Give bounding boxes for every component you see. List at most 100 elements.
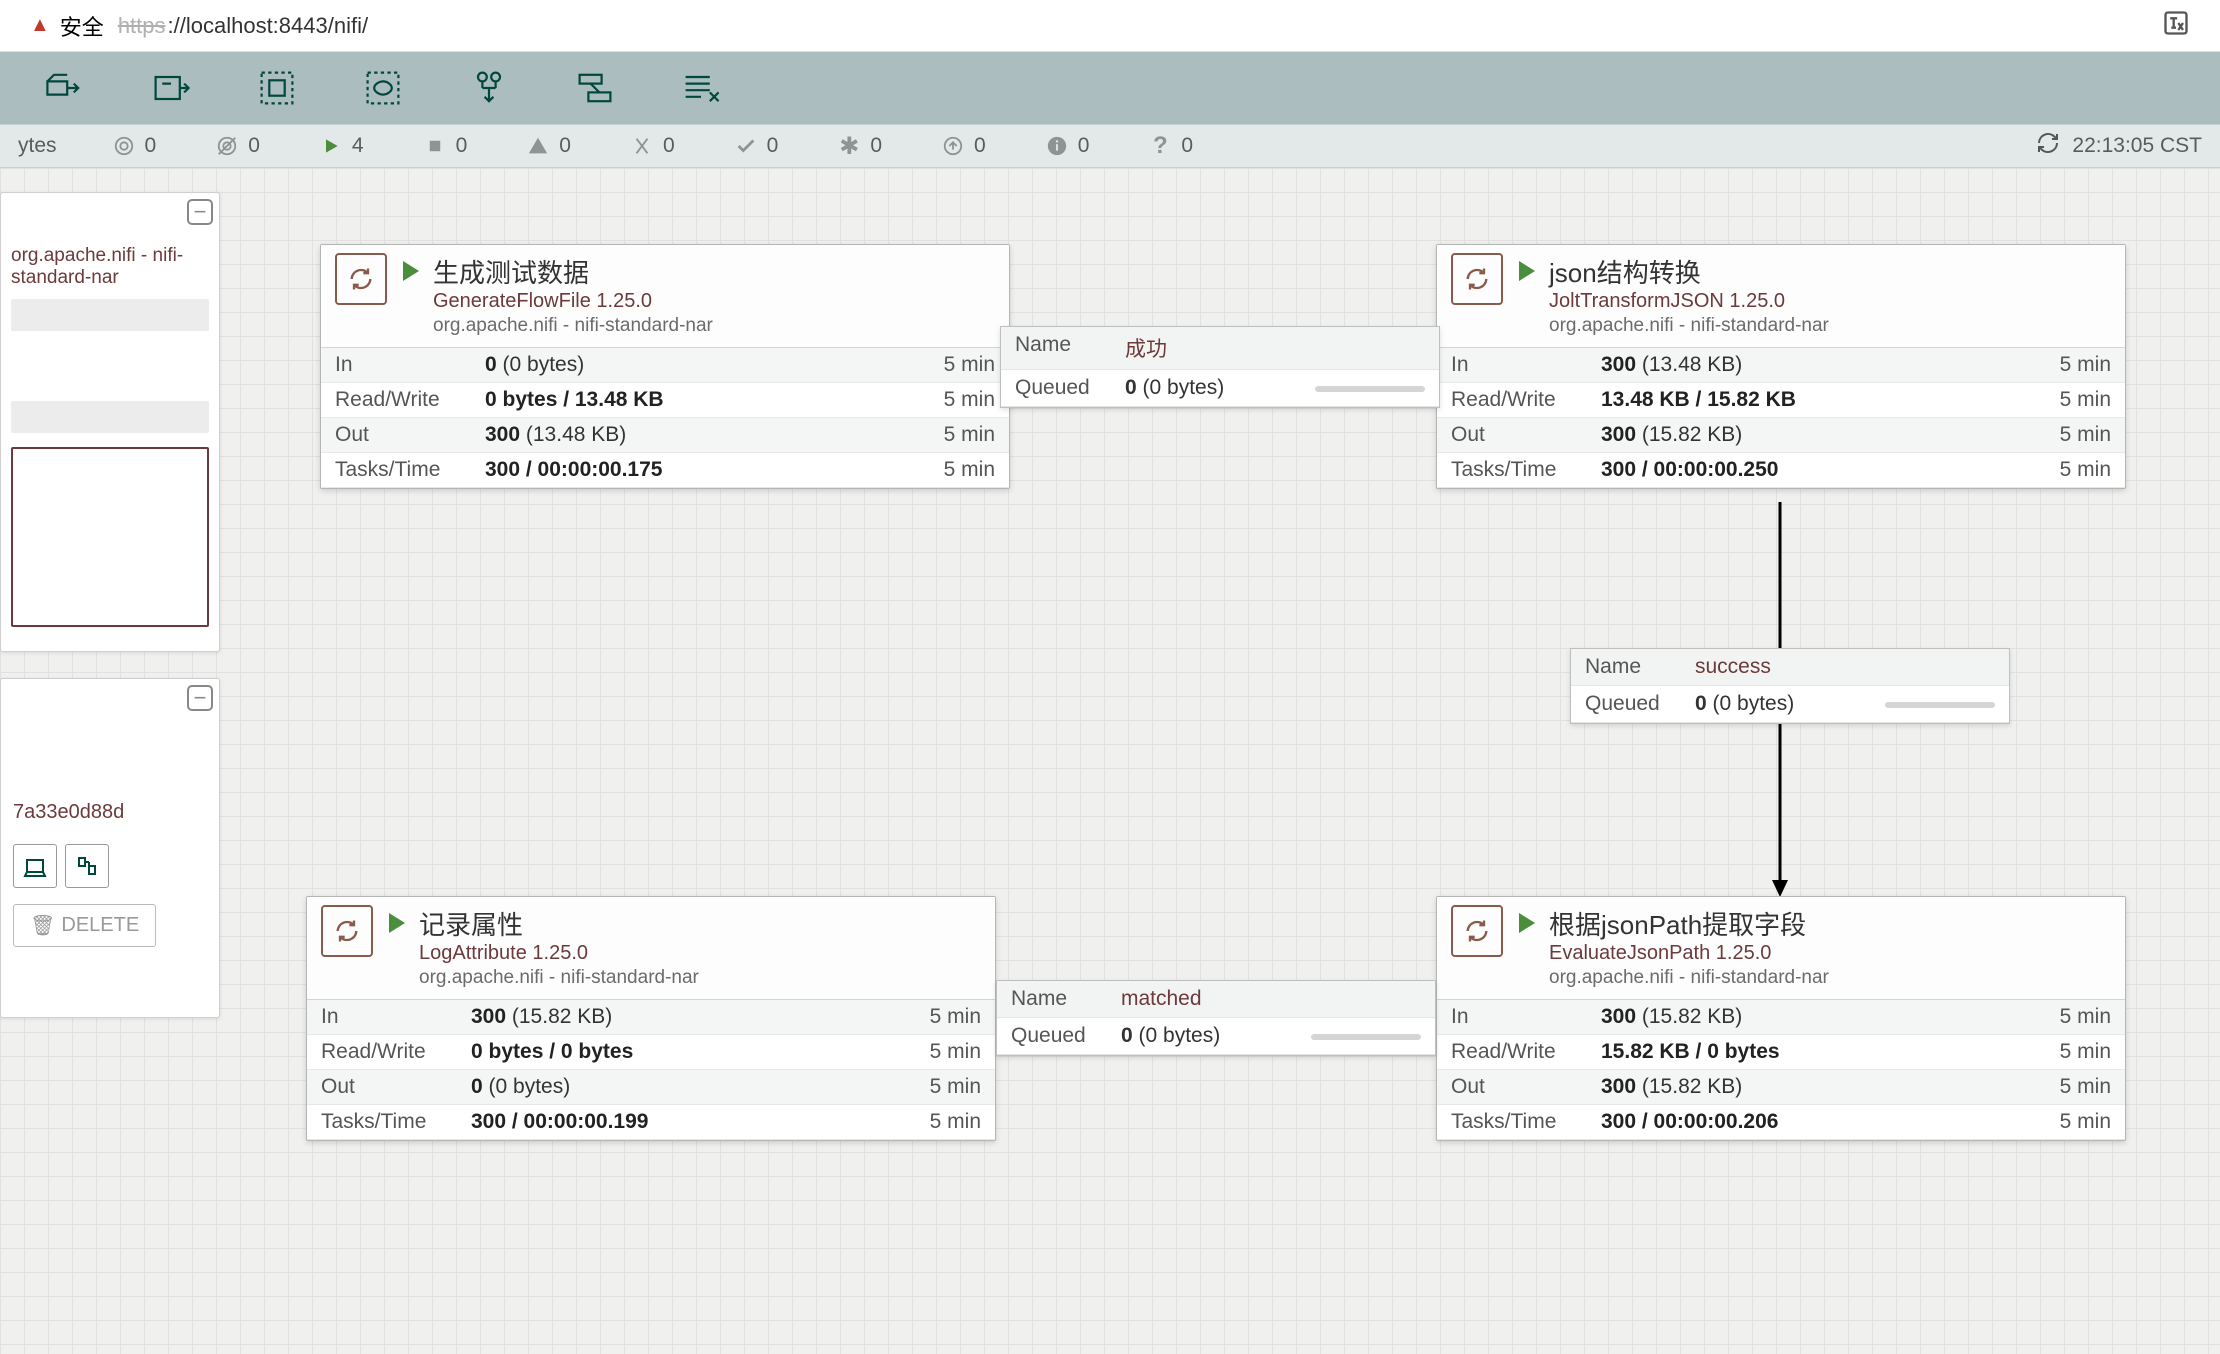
stat-label: Read/Write — [1451, 1040, 1601, 1064]
stat-value: 300 (15.82 KB) — [1601, 423, 2060, 447]
stat-row: Read/Write0 bytes / 0 bytes5 min — [307, 1035, 995, 1070]
add-processor-button[interactable] — [40, 63, 90, 113]
stat-row: Out0 (0 bytes)5 min — [307, 1070, 995, 1105]
url-scheme: https — [118, 13, 166, 39]
connection-name-row: Name成功 — [1001, 327, 1439, 370]
flow-canvas[interactable]: − org.apache.nifi - nifi-standard-nar − … — [0, 168, 2220, 1354]
stat-label: Out — [1451, 1075, 1601, 1099]
stat-label: Read/Write — [335, 388, 485, 412]
flow-status-bar: ytes 0040000✱000?0 22:13:05 CST — [0, 124, 2220, 168]
processor-1[interactable]: json结构转换JoltTransformJSON 1.25.0org.apac… — [1436, 244, 2126, 489]
processor-stats: In300 (13.48 KB)5 minRead/Write13.48 KB … — [1437, 347, 2125, 488]
collapse-icon[interactable]: − — [187, 685, 213, 711]
stat-time: 5 min — [930, 1110, 981, 1134]
processor-bundle: org.apache.nifi - nifi-standard-nar — [1549, 315, 1829, 337]
stat-value: 0 bytes / 13.48 KB — [485, 388, 944, 412]
stat-time: 5 min — [2060, 423, 2111, 447]
processor-header: 生成测试数据GenerateFlowFile 1.25.0org.apache.… — [321, 245, 1009, 347]
stat-label: Tasks/Time — [1451, 458, 1601, 482]
translate-icon[interactable] — [2162, 9, 2190, 43]
label-name: Name — [1011, 987, 1121, 1011]
connection-queued-row: Queued0 (0 bytes) — [1001, 370, 1439, 407]
stat-value: 300 (15.82 KB) — [1601, 1005, 2060, 1029]
add-input-port-button[interactable] — [146, 63, 196, 113]
stat-value: 0 bytes / 0 bytes — [471, 1040, 930, 1064]
tools-icon — [631, 135, 653, 157]
stat-time: 5 min — [944, 423, 995, 447]
status-up: 0 — [942, 134, 986, 158]
stat-time: 5 min — [2060, 1040, 2111, 1064]
stat-row: Tasks/Time300 / 00:00:00.2505 min — [1437, 453, 2125, 488]
running-icon — [1519, 913, 1535, 933]
processor-0[interactable]: 生成测试数据GenerateFlowFile 1.25.0org.apache.… — [320, 244, 1010, 489]
stat-label: In — [1451, 1005, 1601, 1029]
status-tools: 0 — [631, 134, 675, 158]
navigate-panel: − org.apache.nifi - nifi-standard-nar — [0, 192, 220, 652]
status-value: 0 — [559, 134, 571, 158]
refresh-icon[interactable] — [2036, 131, 2060, 161]
label-name: Name — [1015, 333, 1125, 363]
queue-usage-bar — [1885, 702, 1995, 708]
target-icon — [113, 135, 135, 157]
status-value: 0 — [1078, 134, 1090, 158]
stat-time: 5 min — [2060, 388, 2111, 412]
add-funnel-button[interactable] — [570, 63, 620, 113]
status-stop: 0 — [424, 134, 468, 158]
connection-name: success — [1695, 655, 1771, 679]
status-question: ?0 — [1149, 134, 1193, 158]
stat-value: 13.48 KB / 15.82 KB — [1601, 388, 2060, 412]
enable-button[interactable] — [65, 844, 109, 888]
play-icon — [320, 135, 342, 157]
add-remote-group-button[interactable] — [464, 63, 514, 113]
warning-icon — [527, 135, 549, 157]
connection-2[interactable]: NamematchedQueued0 (0 bytes) — [996, 980, 1436, 1056]
check-icon — [735, 135, 757, 157]
add-process-group-button[interactable] — [358, 63, 408, 113]
queue-usage-bar — [1311, 1034, 1421, 1040]
processor-bundle: org.apache.nifi - nifi-standard-nar — [419, 967, 699, 989]
add-template-button[interactable] — [676, 63, 726, 113]
status-value: 0 — [145, 134, 157, 158]
processor-3[interactable]: 根据jsonPath提取字段EvaluateJsonPath 1.25.0org… — [1436, 896, 2126, 1141]
stat-label: Tasks/Time — [321, 1110, 471, 1134]
configure-button[interactable] — [13, 844, 57, 888]
panel-bundle-label: org.apache.nifi - nifi-standard-nar — [11, 245, 209, 289]
address-bar[interactable]: ▲ 安全 https ://localhost:8443/nifi/ — [0, 0, 2220, 52]
processor-name: json结构转换 — [1549, 253, 1829, 290]
connection-queued: 0 (0 bytes) — [1125, 376, 1224, 400]
connection-0[interactable]: Name成功Queued0 (0 bytes) — [1000, 326, 1440, 408]
stat-label: Read/Write — [1451, 388, 1601, 412]
connection-1[interactable]: NamesuccessQueued0 (0 bytes) — [1570, 648, 2010, 724]
stop-icon — [424, 135, 446, 157]
stat-label: In — [1451, 353, 1601, 377]
minimap-viewport[interactable] — [11, 447, 209, 627]
processor-type: LogAttribute 1.25.0 — [419, 942, 699, 965]
running-icon — [403, 261, 419, 281]
stat-label: In — [321, 1005, 471, 1029]
target-off-icon — [216, 135, 238, 157]
processor-name: 根据jsonPath提取字段 — [1549, 905, 1829, 942]
add-output-port-button[interactable] — [252, 63, 302, 113]
stat-value: 300 (13.48 KB) — [1601, 353, 2060, 377]
stat-time: 5 min — [944, 458, 995, 482]
status-info: 0 — [1046, 134, 1090, 158]
stat-time: 5 min — [930, 1005, 981, 1029]
status-value: 0 — [870, 134, 882, 158]
delete-button[interactable]: 🗑 DELETE — [13, 904, 156, 947]
label-queued: Queued — [1015, 376, 1125, 400]
status-check: 0 — [735, 134, 779, 158]
collapse-icon[interactable]: − — [187, 199, 213, 225]
status-value: 0 — [1181, 134, 1193, 158]
stat-row: In300 (13.48 KB)5 min — [1437, 348, 2125, 383]
stat-time: 5 min — [2060, 353, 2111, 377]
stat-row: Tasks/Time300 / 00:00:00.1755 min — [321, 453, 1009, 488]
processor-icon — [335, 253, 387, 305]
processor-bundle: org.apache.nifi - nifi-standard-nar — [1549, 967, 1829, 989]
stat-time: 5 min — [944, 388, 995, 412]
processor-icon — [321, 905, 373, 957]
info-icon — [1046, 135, 1068, 157]
processor-2[interactable]: 记录属性LogAttribute 1.25.0org.apache.nifi -… — [306, 896, 996, 1141]
connection-queued-row: Queued0 (0 bytes) — [997, 1018, 1435, 1055]
processor-type: JoltTransformJSON 1.25.0 — [1549, 290, 1829, 313]
stat-time: 5 min — [944, 353, 995, 377]
